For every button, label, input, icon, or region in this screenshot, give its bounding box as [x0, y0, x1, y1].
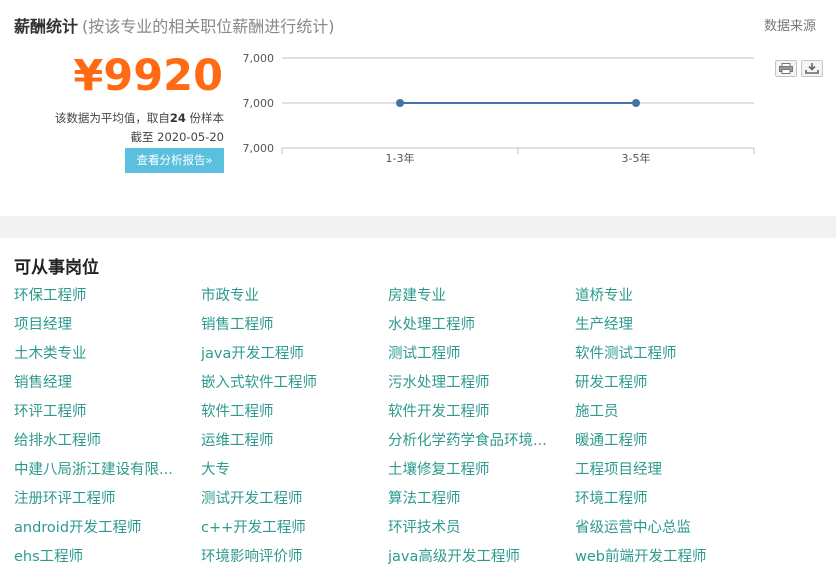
job-link[interactable]: 软件工程师: [201, 401, 377, 423]
print-icon: [776, 63, 796, 74]
job-link[interactable]: 销售经理: [14, 372, 190, 394]
job-link[interactable]: 房建专业: [388, 285, 564, 307]
job-link[interactable]: 暖通工程师: [575, 430, 751, 452]
average-salary-value: ¥9920: [73, 51, 223, 101]
job-link[interactable]: 分析化学药学食品环境...: [388, 430, 564, 452]
section-divider: [0, 216, 836, 238]
job-link[interactable]: 施工员: [575, 401, 751, 423]
salary-title: 薪酬统计: [14, 17, 79, 36]
job-link[interactable]: 市政专业: [201, 285, 377, 307]
job-link[interactable]: 道桥专业: [575, 285, 751, 307]
job-link[interactable]: 研发工程师: [575, 372, 751, 394]
view-report-button[interactable]: 查看分析报告»: [125, 148, 224, 173]
job-link[interactable]: 嵌入式软件工程师: [201, 372, 377, 394]
job-link[interactable]: 环评技术员: [388, 517, 564, 539]
job-link[interactable]: 污水处理工程师: [388, 372, 564, 394]
job-link[interactable]: 算法工程师: [388, 488, 564, 510]
job-link[interactable]: 销售工程师: [201, 314, 377, 336]
job-link[interactable]: java高级开发工程师: [388, 546, 564, 568]
sample-count: 24: [169, 111, 186, 125]
salary-subtitle: (按该专业的相关职位薪酬进行统计): [82, 17, 335, 36]
job-link[interactable]: 土木类专业: [14, 343, 190, 365]
y-tick-label: 7,000: [243, 142, 275, 155]
data-point: [632, 99, 640, 107]
job-link[interactable]: ehs工程师: [14, 546, 190, 568]
salary-section: 薪酬统计 (按该专业的相关职位薪酬进行统计) 数据来源 ¥9920 该数据为平均值…: [0, 0, 836, 216]
job-link[interactable]: 测试开发工程师: [201, 488, 377, 510]
data-point: [396, 99, 404, 107]
job-link[interactable]: 环境工程师: [575, 488, 751, 510]
job-link[interactable]: android开发工程师: [14, 517, 190, 539]
job-link[interactable]: 生产经理: [575, 314, 751, 336]
job-link[interactable]: 大专: [201, 459, 377, 481]
job-link[interactable]: web前端开发工程师: [575, 546, 751, 568]
download-button[interactable]: [801, 60, 823, 77]
job-link[interactable]: 环评工程师: [14, 401, 190, 423]
job-link[interactable]: 运维工程师: [201, 430, 377, 452]
x-tick-label: 3-5年: [622, 151, 651, 165]
sample-note-suffix: 份样本: [185, 111, 224, 125]
job-link[interactable]: 测试工程师: [388, 343, 564, 365]
print-button[interactable]: [775, 60, 797, 77]
job-link[interactable]: 项目经理: [14, 314, 190, 336]
data-source-link[interactable]: 数据来源: [764, 15, 816, 34]
y-tick-label: 7,000: [243, 52, 275, 65]
salary-sample-note: 该数据为平均值，取自24 份样本: [55, 110, 224, 126]
job-link[interactable]: 软件测试工程师: [575, 343, 751, 365]
job-link[interactable]: 软件开发工程师: [388, 401, 564, 423]
job-link[interactable]: 环保工程师: [14, 285, 190, 307]
jobs-title: 可从事岗位: [14, 258, 99, 278]
jobs-section: 可从事岗位 环保工程师项目经理土木类专业销售经理环评工程师给排水工程师 中建八局浙…: [0, 238, 836, 585]
job-link[interactable]: c++开发工程师: [201, 517, 377, 539]
y-tick-label: 7,000: [243, 97, 275, 110]
job-link[interactable]: 省级运营中心总监: [575, 517, 751, 539]
job-link[interactable]: 水处理工程师: [388, 314, 564, 336]
x-tick-label: 1-3年: [386, 151, 415, 165]
salary-date: 截至 2020-05-20: [130, 130, 225, 144]
sample-note-prefix: 该数据为平均值，取自: [54, 111, 170, 125]
salary-line-chart: 7,000 7,000 7,000 1-3年 3-5年: [243, 52, 755, 165]
job-link[interactable]: 注册环评工程师: [14, 488, 190, 510]
download-icon: [802, 63, 822, 74]
job-link[interactable]: 工程项目经理: [575, 459, 751, 481]
job-link[interactable]: 给排水工程师: [14, 430, 190, 452]
job-link[interactable]: 中建八局浙江建设有限...: [14, 459, 190, 481]
job-link[interactable]: 土壤修复工程师: [388, 459, 564, 481]
salary-title-row: 薪酬统计 (按该专业的相关职位薪酬进行统计): [14, 13, 335, 37]
job-link[interactable]: 环境影响评价师: [201, 546, 377, 568]
job-link[interactable]: java开发工程师: [201, 343, 377, 365]
